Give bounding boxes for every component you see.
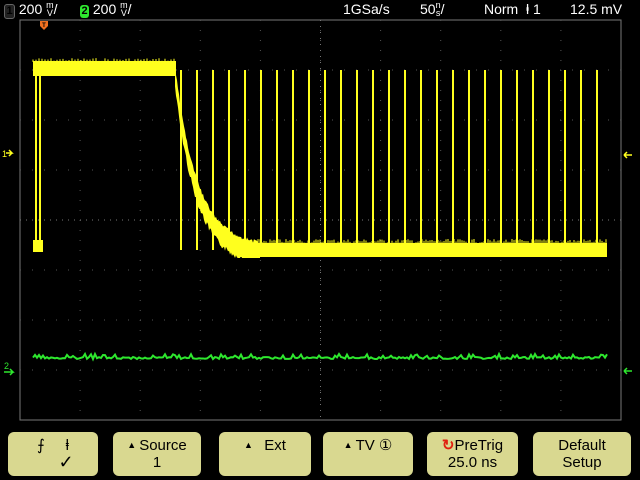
softkey-source-label: Source <box>139 437 187 454</box>
ch2-status[interactable]: 2 200 m V/ <box>80 1 132 18</box>
softkey-slope[interactable]: ⨍ ⱡ ✓ <box>8 432 98 476</box>
ch2-scale: 200 <box>92 1 117 17</box>
softkey-source[interactable]: ▲ Source 1 <box>113 432 201 476</box>
softkey-default-label: Default <box>558 437 606 454</box>
ch1-low-level <box>240 243 607 257</box>
trigger-marker-label: T <box>42 23 46 29</box>
ch2-trigger-level-arrow <box>623 367 632 375</box>
softkey-ext[interactable]: ▲ Ext <box>219 432 311 476</box>
softkey-pretrig-label: PreTrig <box>454 437 504 454</box>
softkey-default-setup[interactable]: Default Setup <box>533 432 631 476</box>
ch2-trace <box>32 351 608 362</box>
ch2-ground-marker[interactable]: 2 <box>4 361 15 376</box>
ch1-unit-bottom: V <box>46 8 53 18</box>
rising-edge-icon: ⨍ <box>36 437 45 454</box>
softkey-tv-label: TV ① <box>355 437 393 454</box>
ch1-high-level <box>33 61 176 76</box>
softkey-source-value: 1 <box>152 454 162 471</box>
ch2-marker-label: 2 <box>4 361 9 371</box>
ch1-scale: 200 <box>18 1 43 17</box>
timebase-value: 50 <box>420 1 436 17</box>
up-triangle-icon: ▲ <box>343 440 353 450</box>
trigger-mode: Norm <box>484 1 519 17</box>
trigger-level: 12.5 mV <box>570 1 623 17</box>
rotary-knob-icon: ↻ <box>441 437 455 454</box>
trigger-source: ⱡ 1 <box>526 1 541 17</box>
softkey-ext-label: Ext <box>264 437 286 454</box>
softkey-pretrig[interactable]: ↻PreTrig 25.0 ns <box>427 432 518 476</box>
timebase-unit-bottom: s <box>435 8 441 18</box>
sample-rate: 1GSa/s <box>343 1 390 17</box>
ch1-ground-marker[interactable]: 1 <box>2 149 14 159</box>
falling-edge-icon: ⱡ <box>526 1 530 17</box>
timebase[interactable]: 50n s/ <box>420 1 444 18</box>
trigger-position-marker[interactable]: T <box>40 21 48 30</box>
softkey-tv[interactable]: ▲ TV ① <box>323 432 413 476</box>
up-triangle-icon: ▲ <box>127 440 137 450</box>
softkey-bar: ⨍ ⱡ ✓ ▲ Source 1 ▲ Ext ▲ TV ① ↻PreTrig 25.… <box>0 426 640 480</box>
ch1-decay <box>175 62 260 258</box>
waveform-display: T 1 2 <box>2 19 632 421</box>
status-bar: 1 200 m V/ 2 200 m V/ 1GSa/s 50n s/ Norm ⱡ … <box>0 0 640 19</box>
ch1-trigger-level-arrow <box>623 151 632 159</box>
ch2-badge: 2 <box>80 5 89 18</box>
trigger-source-value: 1 <box>533 1 541 17</box>
graticule <box>19 19 622 421</box>
ch1-badge: 1 <box>4 4 15 19</box>
up-triangle-icon: ▲ <box>244 440 253 450</box>
softkey-setup-label: Setup <box>562 454 602 471</box>
ch1-status[interactable]: 1 200 m V/ <box>4 1 58 19</box>
ch1-marker-label: 1 <box>2 149 7 159</box>
ch2-waveform <box>32 351 608 362</box>
ch1-edge-foot <box>33 240 43 252</box>
ch2-unit-bottom: V <box>120 8 127 18</box>
check-icon: ✓ <box>58 452 74 472</box>
softkey-pretrig-value: 25.0 ns <box>447 454 498 471</box>
